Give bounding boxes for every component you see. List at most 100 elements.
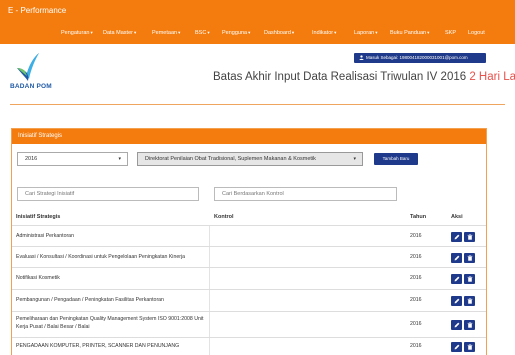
cell-tahun: 2016 xyxy=(410,275,422,281)
deadline-days: 2 Hari Lagi xyxy=(469,71,515,83)
nav-item-logout[interactable]: Logout xyxy=(468,30,485,36)
chevron-down-icon: ▾ xyxy=(353,156,356,162)
cell-kontrol xyxy=(209,268,210,289)
row-actions xyxy=(451,342,477,352)
delete-button[interactable] xyxy=(464,253,475,263)
nav-item-pengguna[interactable]: Pengguna▾ xyxy=(222,30,250,36)
nav-item-pemetaan[interactable]: Pemetaan▾ xyxy=(152,30,180,36)
nav-item-laporan[interactable]: Laporan▾ xyxy=(354,30,377,36)
edit-button[interactable] xyxy=(451,320,462,330)
table-row: PENGADAAN KOMPUTER, PRINTER, SCANNER DAN… xyxy=(12,337,486,355)
user-badge-label: Masuk Sebagai: 198004182000031001@pom.co… xyxy=(366,55,468,60)
cell-kontrol xyxy=(209,338,210,355)
user-badge[interactable]: Masuk Sebagai: 198004182000031001@pom.co… xyxy=(354,53,486,63)
row-actions xyxy=(451,232,477,242)
year-select-value: 2016 xyxy=(25,156,38,162)
nav-item-skp[interactable]: SKP xyxy=(445,30,456,36)
deadline-text: Batas Akhir Input Data Realisasi Triwula… xyxy=(213,71,467,83)
nav-item-pengaturan[interactable]: Pengaturan▾ xyxy=(61,30,93,36)
logo-mark-icon xyxy=(17,53,39,81)
nav-label: Dashboard xyxy=(264,30,291,36)
chevron-down-icon: ▾ xyxy=(118,156,121,162)
nav-label: SKP xyxy=(445,30,457,36)
trash-icon xyxy=(467,344,472,350)
chevron-down-icon: ▾ xyxy=(90,30,93,35)
chevron-down-icon: ▾ xyxy=(427,30,430,35)
panel-title: Inisiatif Strategis xyxy=(12,129,486,144)
row-actions xyxy=(451,253,477,263)
nav-item-data-master[interactable]: Data Master▾ xyxy=(103,30,136,36)
header-inisiatif[interactable]: Inisiatif Strategis xyxy=(16,214,60,220)
nav-label: Data Master xyxy=(103,30,133,36)
nav-item-indikator[interactable]: Indikator▾ xyxy=(312,30,336,36)
cell-tahun: 2016 xyxy=(410,254,422,260)
delete-button[interactable] xyxy=(464,342,475,352)
header-aksi: Aksi xyxy=(451,214,463,220)
pencil-icon xyxy=(454,234,459,240)
delete-button[interactable] xyxy=(464,274,475,284)
pencil-icon xyxy=(454,276,459,282)
row-actions xyxy=(451,320,477,330)
edit-button[interactable] xyxy=(451,274,462,284)
trash-icon xyxy=(467,322,472,328)
delete-button[interactable] xyxy=(464,232,475,242)
trash-icon xyxy=(467,234,472,240)
table-row: Notifikasi Kosmetik 2016 xyxy=(12,267,486,289)
pencil-icon xyxy=(454,322,459,328)
table-header: Inisiatif Strategis Kontrol Tahun Aksi xyxy=(12,209,486,225)
table-row: Pemeliharaan dan Peningkatan Quality Man… xyxy=(12,311,486,337)
nav-label: Buku Panduan xyxy=(390,30,427,36)
cell-inisiatif: Pemeliharaan dan Peningkatan Quality Man… xyxy=(16,316,204,330)
chevron-down-icon: ▾ xyxy=(207,30,210,35)
cell-tahun: 2016 xyxy=(410,233,422,239)
cell-kontrol xyxy=(209,226,210,246)
nav-label: Logout xyxy=(468,30,485,36)
year-select[interactable]: 2016 ▾ xyxy=(17,152,128,166)
header-kontrol[interactable]: Kontrol xyxy=(214,214,234,220)
table-row: Pembangunan / Pengadaan / Peningkatan Fa… xyxy=(12,289,486,311)
badan-pom-logo: BADAN POM xyxy=(10,52,55,94)
trash-icon xyxy=(467,276,472,282)
pencil-icon xyxy=(454,298,459,304)
pencil-icon xyxy=(454,344,459,350)
chevron-down-icon: ▾ xyxy=(291,30,295,35)
main-nav: Pengaturan▾ Data Master▾ Pemetaan▾ BSC▾ … xyxy=(0,30,515,42)
app-title[interactable]: E - Performance xyxy=(8,6,66,15)
cell-inisiatif: PENGADAAN KOMPUTER, PRINTER, SCANNER DAN… xyxy=(16,343,180,349)
edit-button[interactable] xyxy=(451,342,462,352)
chevron-down-icon: ▾ xyxy=(375,30,378,35)
nav-label: Pemetaan xyxy=(152,30,178,36)
chevron-down-icon: ▾ xyxy=(248,30,251,35)
nav-label: Indikator xyxy=(312,30,334,36)
table-row: Administrasi Perkantoran 2016 xyxy=(12,225,486,246)
trash-icon xyxy=(467,255,472,261)
user-icon xyxy=(359,55,364,60)
header-tahun[interactable]: Tahun xyxy=(410,214,426,220)
table-row: Evaluasi / Konsultasi / Koordinasi untuk… xyxy=(12,246,486,267)
nav-label: Pengguna xyxy=(222,30,248,36)
deadline-notice: Batas Akhir Input Data Realisasi Triwula… xyxy=(213,71,515,83)
nav-item-buku-panduan[interactable]: Buku Panduan▾ xyxy=(390,30,429,36)
search-kontrol-input[interactable]: Cari Berdasarkan Kontrol xyxy=(214,187,397,201)
search-inisiatif-input[interactable]: Cari Strategi Inisiatif xyxy=(17,187,199,201)
directorate-select[interactable]: Direktorat Penilaian Obat Tradisional, S… xyxy=(137,152,363,166)
cell-kontrol xyxy=(209,290,210,311)
nav-item-dashboard[interactable]: Dashboard▾ xyxy=(264,30,294,36)
delete-button[interactable] xyxy=(464,296,475,306)
edit-button[interactable] xyxy=(451,232,462,242)
chevron-down-icon: ▾ xyxy=(133,30,137,35)
add-new-button[interactable]: Tambah Baru xyxy=(374,153,418,165)
row-actions xyxy=(451,274,477,284)
nav-label: Pengaturan xyxy=(61,30,90,36)
logo-text: BADAN POM xyxy=(10,83,52,90)
nav-label: Laporan xyxy=(354,30,375,36)
edit-button[interactable] xyxy=(451,253,462,263)
chevron-down-icon: ▾ xyxy=(334,30,337,35)
delete-button[interactable] xyxy=(464,320,475,330)
nav-label: BSC xyxy=(195,30,207,36)
edit-button[interactable] xyxy=(451,296,462,306)
top-navbar: E - Performance Pengaturan▾ Data Master▾… xyxy=(0,0,515,44)
nav-item-bsc[interactable]: BSC▾ xyxy=(195,30,210,36)
cell-kontrol xyxy=(209,312,210,337)
directorate-select-value: Direktorat Penilaian Obat Tradisional, S… xyxy=(145,156,316,162)
